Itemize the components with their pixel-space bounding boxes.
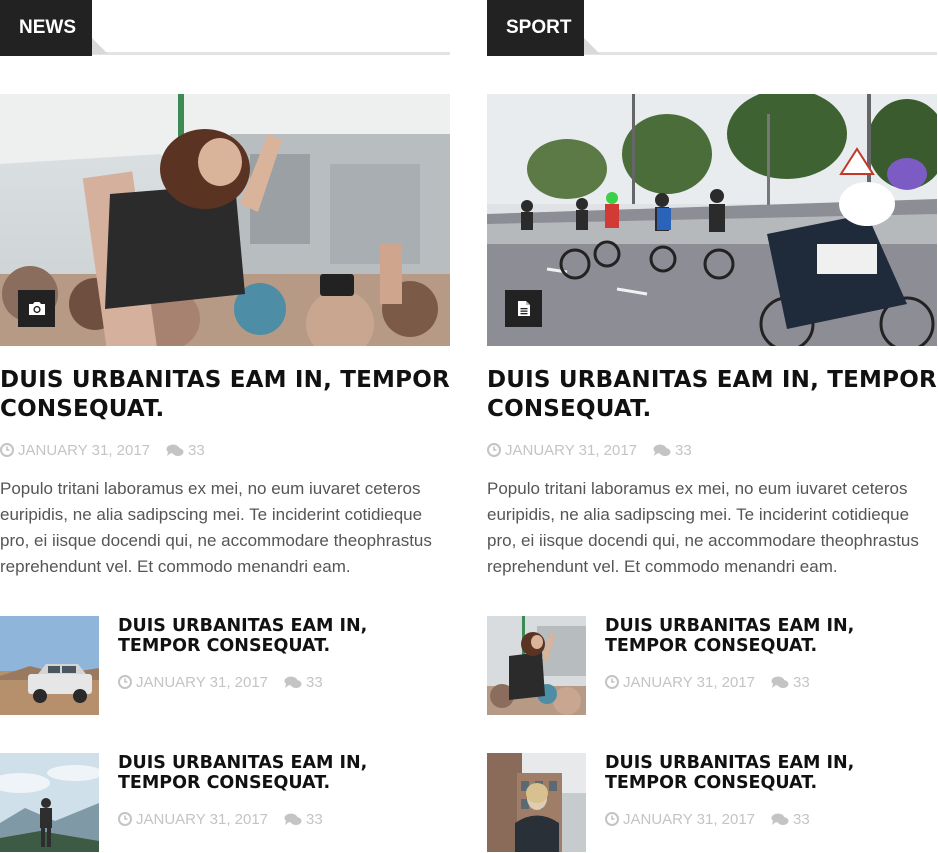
list-item[interactable]: DUIS URBANITAS EAM IN, TEMPOR CONSEQUAT.…	[0, 753, 450, 853]
cycling-race-photo	[487, 94, 937, 346]
document-icon-badge	[505, 290, 542, 327]
comments-count[interactable]: 33	[653, 442, 692, 459]
featured-image[interactable]	[487, 94, 937, 346]
item-thumbnail[interactable]	[487, 616, 586, 715]
clock-icon	[118, 675, 132, 689]
comments-number: 33	[675, 441, 692, 459]
camera-icon-badge	[18, 290, 55, 327]
comments-icon	[653, 444, 671, 457]
clock-icon	[605, 812, 619, 826]
comments-count[interactable]: 33	[166, 442, 205, 459]
comments-number: 33	[793, 673, 810, 691]
comments-icon	[284, 813, 302, 826]
comments-icon	[284, 676, 302, 689]
featured-excerpt: Populo tritani laboramus ex mei, no eum …	[487, 479, 919, 576]
comments-number: 33	[188, 441, 205, 459]
item-meta: JANUARY 31, 2017 33	[605, 673, 810, 691]
comments-number: 33	[306, 810, 323, 828]
item-title[interactable]: DUIS URBANITAS EAM IN, TEMPOR CONSEQUAT.	[118, 616, 453, 656]
item-meta: JANUARY 31, 2017 33	[118, 810, 323, 828]
comments-icon	[166, 444, 184, 457]
post-date[interactable]: JANUARY 31, 2017	[136, 674, 268, 691]
comments-count[interactable]: 33	[771, 811, 810, 828]
item-thumbnail[interactable]	[0, 753, 99, 852]
news-section: NEWS DUIS URBANITAS EAM IN, TEMPOR CONSE…	[0, 0, 450, 852]
comments-number: 33	[306, 673, 323, 691]
camera-icon	[28, 302, 45, 315]
featured-meta: JANUARY 31, 2017 33	[487, 441, 692, 459]
post-date[interactable]: JANUARY 31, 2017	[136, 811, 268, 828]
street-woman-photo	[487, 753, 586, 852]
featured-title[interactable]: DUIS URBANITAS EAM IN, TEMPOR CONSEQUAT.	[0, 366, 450, 424]
post-date[interactable]: JANUARY 31, 2017	[505, 442, 637, 459]
tab-corner-shape	[584, 38, 600, 54]
comments-count[interactable]: 33	[771, 674, 810, 691]
list-item[interactable]: DUIS URBANITAS EAM IN, TEMPOR CONSEQUAT.…	[487, 616, 937, 716]
clock-icon	[0, 443, 14, 457]
section-header: NEWS	[0, 0, 450, 56]
item-title[interactable]: DUIS URBANITAS EAM IN, TEMPOR CONSEQUAT.	[605, 616, 938, 656]
sport-section: SPORT DUIS URBANITAS EAM IN, TEMPOR CONS…	[487, 0, 937, 852]
featured-title[interactable]: DUIS URBANITAS EAM IN, TEMPOR CONSEQUAT.	[487, 366, 937, 424]
item-thumbnail[interactable]	[487, 753, 586, 852]
tab-corner-shape	[92, 38, 108, 54]
featured-excerpt: Populo tritani laboramus ex mei, no eum …	[0, 479, 432, 576]
suv-desert-photo	[0, 616, 99, 715]
featured-image[interactable]	[0, 94, 450, 346]
document-icon	[517, 301, 530, 316]
clock-icon	[487, 443, 501, 457]
hiker-mountain-photo	[0, 753, 99, 852]
item-meta: JANUARY 31, 2017 33	[118, 673, 323, 691]
concert-crowd-photo	[487, 616, 586, 715]
comments-count[interactable]: 33	[284, 811, 323, 828]
post-date[interactable]: JANUARY 31, 2017	[623, 674, 755, 691]
clock-icon	[605, 675, 619, 689]
section-tab-news[interactable]: NEWS	[0, 0, 92, 56]
clock-icon	[118, 812, 132, 826]
item-meta: JANUARY 31, 2017 33	[605, 810, 810, 828]
section-tab-sport[interactable]: SPORT	[487, 0, 584, 56]
featured-meta: JANUARY 31, 2017 33	[0, 441, 205, 459]
list-item[interactable]: DUIS URBANITAS EAM IN, TEMPOR CONSEQUAT.…	[487, 753, 937, 853]
section-header: SPORT	[487, 0, 937, 56]
comments-icon	[771, 813, 789, 826]
comments-icon	[771, 676, 789, 689]
comments-count[interactable]: 33	[284, 674, 323, 691]
item-thumbnail[interactable]	[0, 616, 99, 715]
post-date[interactable]: JANUARY 31, 2017	[18, 442, 150, 459]
post-date[interactable]: JANUARY 31, 2017	[623, 811, 755, 828]
concert-crowd-photo	[0, 94, 450, 346]
list-item[interactable]: DUIS URBANITAS EAM IN, TEMPOR CONSEQUAT.…	[0, 616, 450, 716]
comments-number: 33	[793, 810, 810, 828]
item-title[interactable]: DUIS URBANITAS EAM IN, TEMPOR CONSEQUAT.	[605, 753, 938, 793]
item-title[interactable]: DUIS URBANITAS EAM IN, TEMPOR CONSEQUAT.	[118, 753, 453, 793]
